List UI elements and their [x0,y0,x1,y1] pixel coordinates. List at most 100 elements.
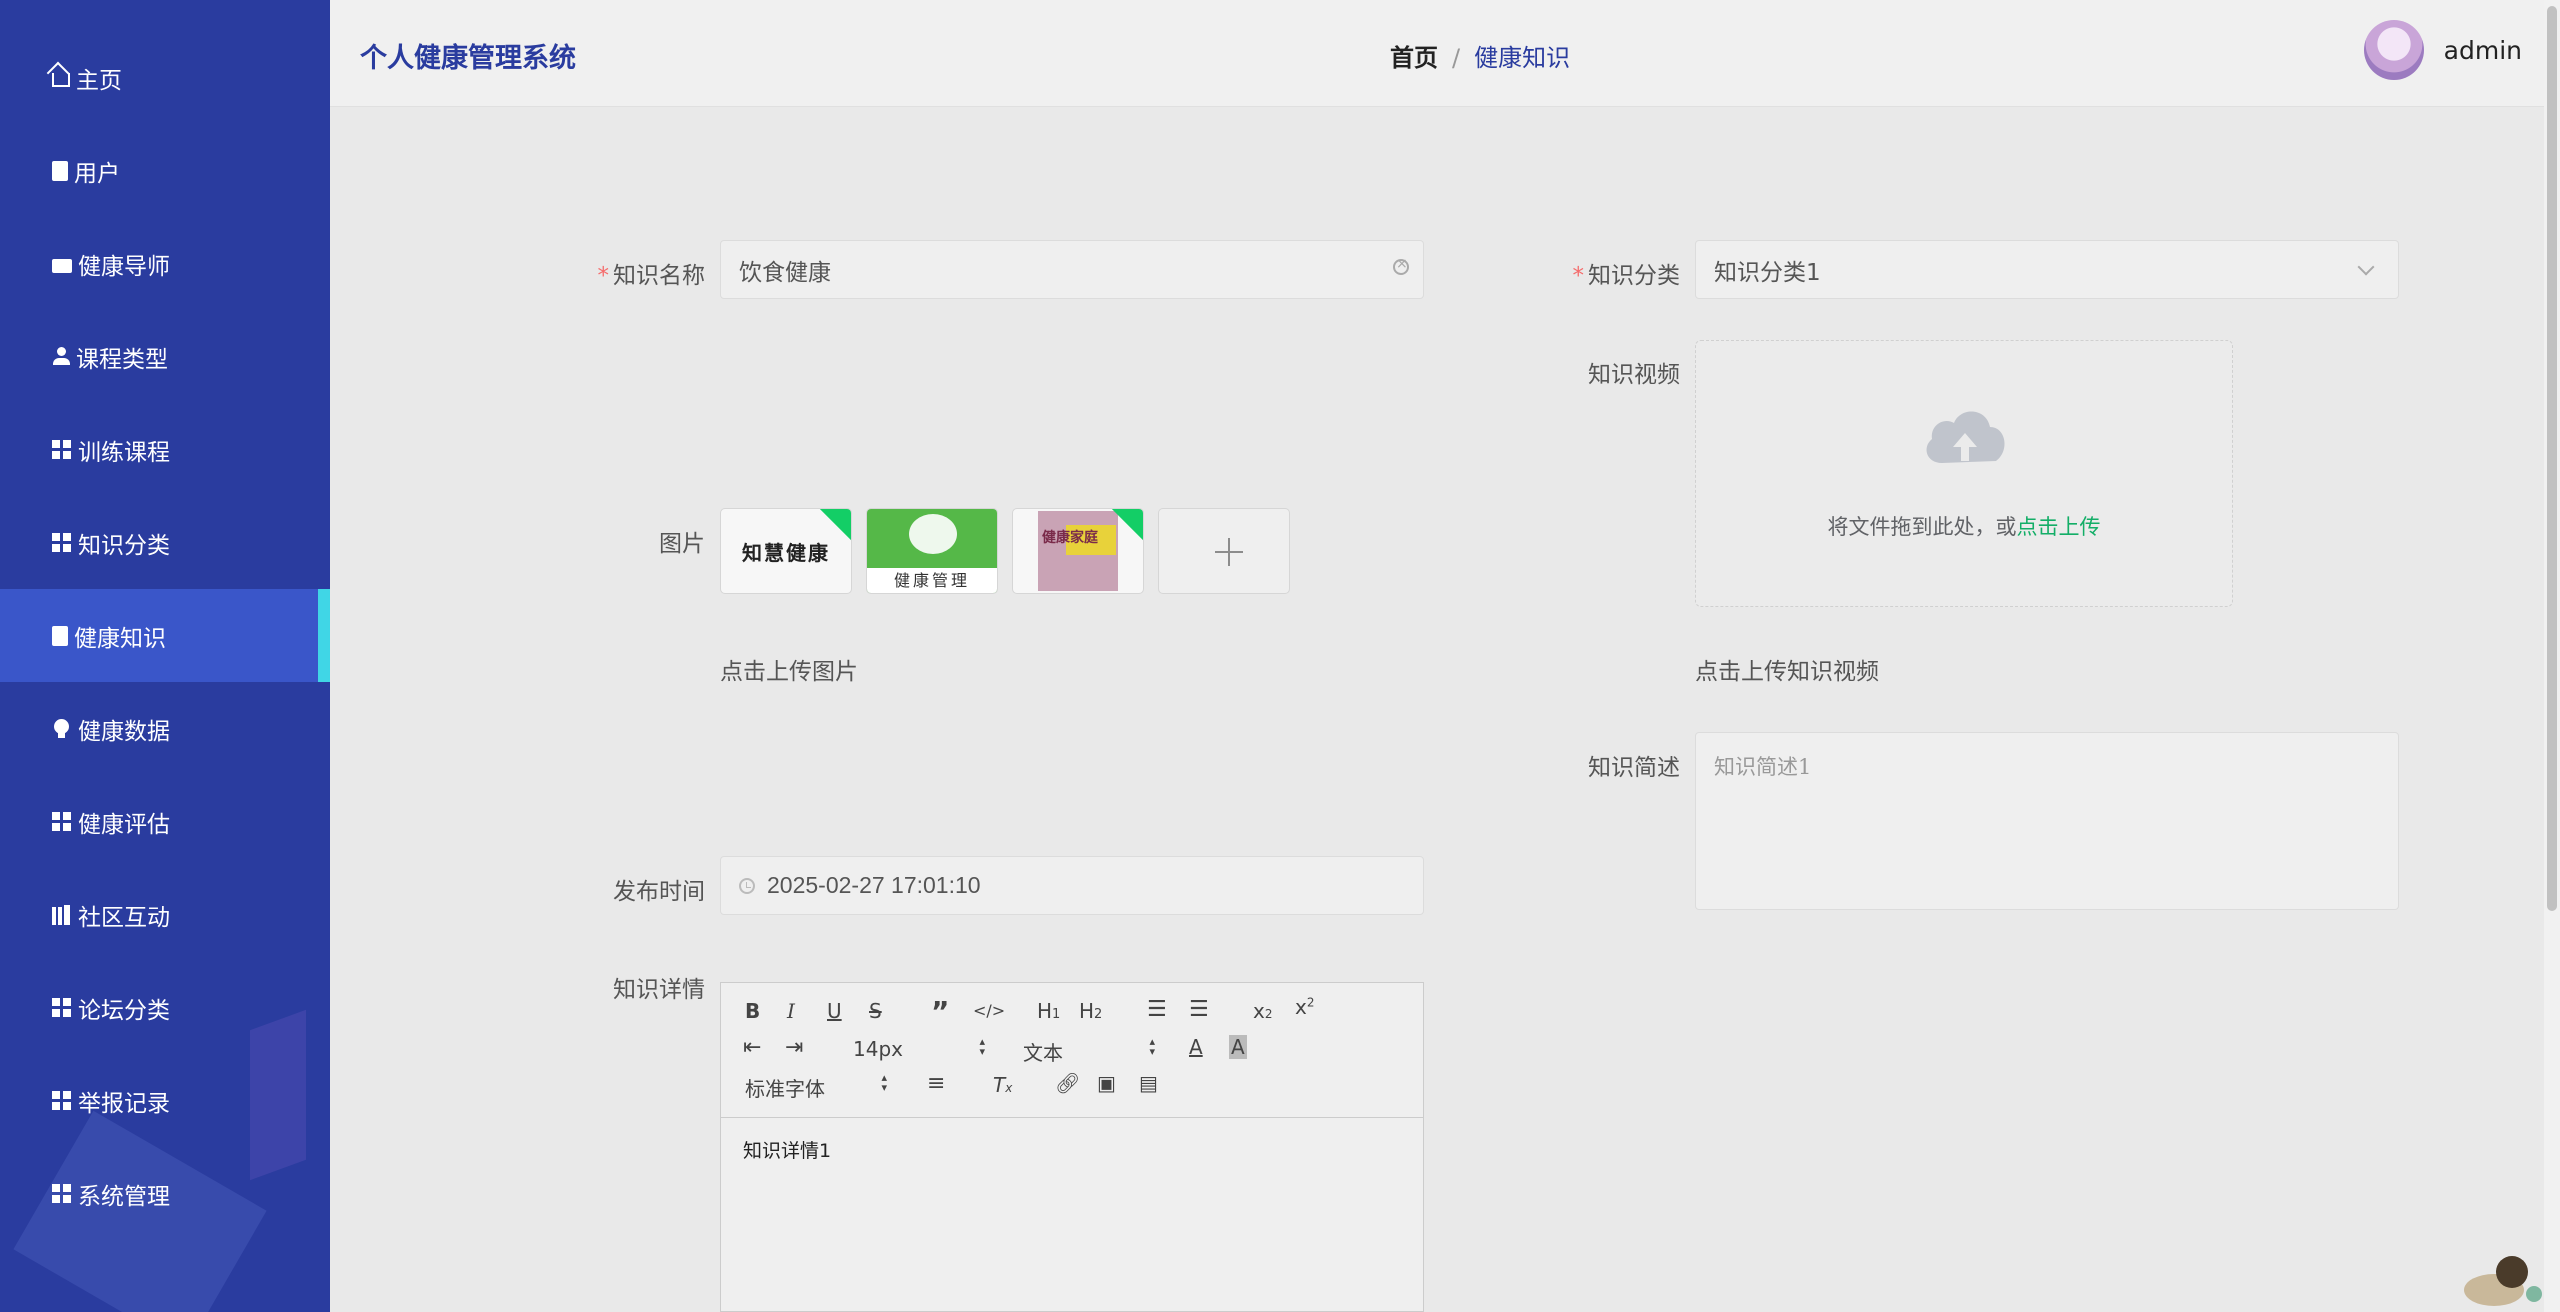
tree-logo: 健康管理 [867,509,997,593]
block-format-select[interactable]: 文本 ▴ ▾ [1023,1036,1155,1066]
video-icon[interactable]: ▤ [1139,1071,1158,1095]
scrollbar-thumb[interactable] [2547,6,2557,911]
breadcrumb-current: 健康知识 [1474,44,1571,72]
clock-icon [739,877,755,894]
indent-icon[interactable]: ⇥ [785,1035,803,1060]
sidebar-item-label: 健康导师 [78,253,170,280]
subscript-button[interactable]: x2 [1253,999,1272,1023]
summary-value: 知识简述1 [1714,755,1812,779]
image-icon[interactable]: ▣ [1097,1071,1116,1095]
font-color-button[interactable]: A [1189,1035,1203,1059]
required-mark: * [1572,263,1585,289]
editor-content[interactable]: 知识详情1 [721,1118,1423,1181]
upload-instruction: 将文件拖到此处，或点击上传 [1827,515,2101,539]
sidebar-item-label: 用户 [74,160,120,187]
publish-time-value: 2025-02-27 17:01:10 [767,872,981,898]
publish-time-input[interactable]: 2025-02-27 17:01:10 [720,856,1424,915]
sidebar-item[interactable]: 健康数据 [0,682,330,775]
category-value: 知识分类1 [1714,259,1821,286]
clear-icon[interactable] [1393,256,1409,275]
sidebar-item[interactable]: 课程类型 [0,310,330,403]
summary-label: 知识简述 [1588,755,1680,781]
vertical-scrollbar[interactable] [2544,0,2560,1312]
sidebar-item[interactable]: 举报记录 [0,1054,330,1147]
code-block-button[interactable]: </> [973,1001,1005,1020]
user-menu[interactable]: admin [2363,20,2522,80]
thumbnail-text: 知慧健康 [742,540,830,565]
grid-icon [52,811,72,832]
superscript-button[interactable]: x2 [1295,995,1314,1019]
align-icon[interactable]: ≡ [927,1071,945,1096]
background-color-button[interactable]: A [1229,1035,1247,1059]
clipboard-icon [52,625,68,646]
italic-button[interactable]: I [787,999,795,1023]
clear-format-icon[interactable]: Tx [993,1073,1012,1097]
bold-button[interactable]: B [745,999,760,1023]
app-title: 个人健康管理系统 [360,43,576,74]
sidebar-item-label: 举报记录 [78,1090,170,1117]
h1-button[interactable]: H1 [1037,999,1060,1023]
video-hint: 点击上传知识视频 [1695,659,1879,685]
font-size-select[interactable]: 14px ▴ ▾ [853,1036,985,1061]
sidebar-item[interactable]: 健康评估 [0,775,330,868]
summary-textarea[interactable]: 知识简述1 [1695,732,2399,910]
sidebar-item[interactable]: 训练课程 [0,403,330,496]
underline-button[interactable]: U [827,999,842,1023]
sidebar-item[interactable]: 健康导师 [0,217,330,310]
font-family-select[interactable]: 标准字体 ▴ ▾ [745,1072,887,1102]
sidebar-item[interactable]: 论坛分类 [0,961,330,1054]
video-upload-dropzone[interactable]: 将文件拖到此处，或点击上传 [1695,340,2233,607]
image-thumbnail[interactable]: 健康管理 [866,508,998,594]
breadcrumb-separator: / [1452,44,1461,72]
image-thumbnail[interactable]: 知慧健康 [720,508,852,594]
add-image-button[interactable] [1158,508,1290,594]
image-list: 知慧健康 健康管理 健康家庭 [720,508,1290,594]
grid-icon [52,532,72,553]
avatar[interactable] [2363,20,2424,80]
books-icon [52,904,72,925]
breadcrumb-home[interactable]: 首页 [1390,44,1438,72]
images-label: 图片 [659,531,705,557]
bullet-list-icon[interactable]: ☰ [1189,997,1209,1022]
home-icon [52,72,70,87]
sidebar-item-label: 知识分类 [78,532,170,559]
sidebar-item-label: 社区互动 [78,904,170,931]
sidebar-item-label: 论坛分类 [78,997,170,1024]
strike-button[interactable]: S [869,999,882,1023]
sidebar-item[interactable]: 社区互动 [0,868,330,961]
person-icon [52,346,70,367]
sidebar-item[interactable]: 知识分类 [0,496,330,589]
name-input[interactable]: 饮食健康 [720,240,1424,299]
h2-button[interactable]: H2 [1079,999,1102,1023]
grid-icon [52,997,72,1018]
sidebar-item-label: 健康数据 [78,718,170,745]
ordered-list-icon[interactable]: ☰ [1147,997,1167,1022]
briefcase-icon [52,258,72,273]
bulb-icon [52,718,72,739]
grid9-icon [52,1183,72,1204]
sidebar-item[interactable]: 用户 [0,124,330,217]
username[interactable]: admin [2444,36,2522,65]
image-thumbnail[interactable]: 健康家庭 [1012,508,1144,594]
grid-icon [52,439,72,460]
clipboard-icon [52,160,68,181]
mascot-icon [2464,1256,2542,1306]
link-icon[interactable]: 🔗︎ [1055,1071,1080,1095]
sidebar-item[interactable]: 系统管理 [0,1147,330,1240]
category-select[interactable]: 知识分类1 [1695,240,2399,299]
sidebar-item-label: 健康知识 [74,625,166,652]
breadcrumb: 首页 / 健康知识 [1390,38,1570,73]
rich-text-editor[interactable]: B I U S ” </> H1 H2 ☰ ☰ x2 x2 ⇤ ⇥ 14px ▴ ▾… [720,982,1424,1312]
click-upload-link[interactable]: 点击上传 [2017,515,2101,539]
outdent-icon[interactable]: ⇤ [743,1035,761,1060]
sidebar-item-label: 健康评估 [78,811,170,838]
blockquote-button[interactable]: ” [931,995,949,1028]
sidebar-item-label: 训练课程 [78,439,170,466]
sidebar-item[interactable]: 健康知识 [0,589,330,682]
top-header: 个人健康管理系统 首页 / 健康知识 admin [330,0,2560,107]
sidebar-item[interactable]: 主页 [0,31,330,124]
sidebar-item-label: 课程类型 [76,346,168,373]
video-label: 知识视频 [1588,362,1680,388]
uploaded-badge [819,509,851,541]
thumbnail-text: 健康家庭 [1042,530,1098,546]
